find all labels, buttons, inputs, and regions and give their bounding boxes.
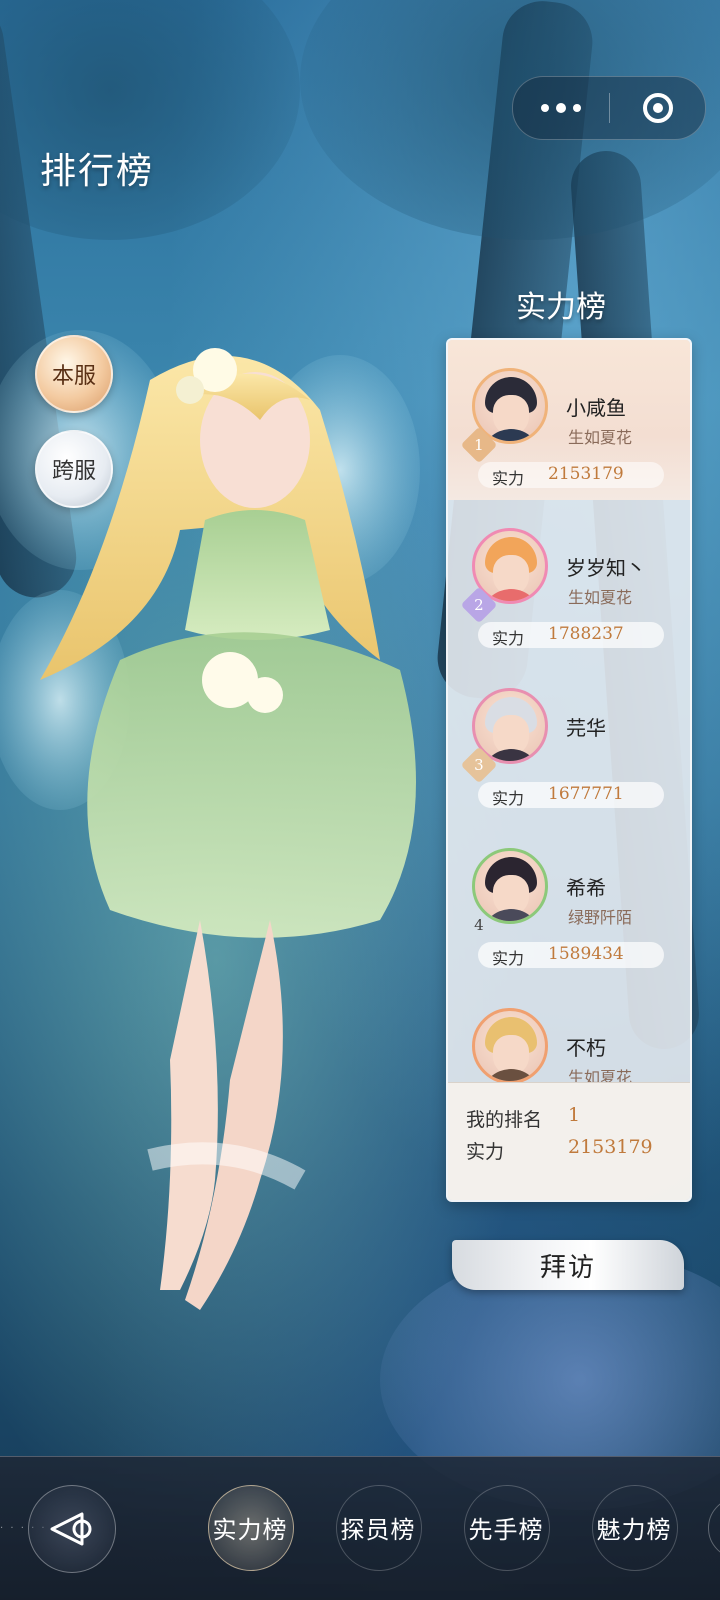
- power-pill: 实力 1677771: [478, 782, 664, 808]
- guild-name: 绿野阡陌: [568, 908, 633, 927]
- power-label: 实力: [492, 629, 525, 648]
- player-name: 不朽: [566, 1036, 606, 1060]
- visit-button[interactable]: 拜访: [452, 1240, 684, 1290]
- power-value: 2153179: [548, 464, 624, 484]
- guild-name: 生如夏花: [568, 428, 633, 447]
- power-value: 1677771: [548, 784, 624, 804]
- my-rank-panel: 我的排名 1 实力 2153179: [448, 1082, 690, 1200]
- bottom-tab-bar: · · · · · 实力榜 探员榜 先手榜 魅力榜: [0, 1456, 720, 1600]
- power-pill: 实力 1589434: [478, 942, 664, 968]
- back-arrow-icon: [50, 1512, 92, 1546]
- power-label: 实力: [492, 949, 525, 968]
- my-power-label: 实力: [466, 1141, 505, 1163]
- page-title: 排行榜: [40, 151, 155, 192]
- ranking-screen: 排行榜 本服 跨服 实力榜 1 小咸鱼 生如夏花 实力 2153179 2 岁岁…: [0, 0, 720, 1600]
- my-rank-value: 1: [568, 1104, 581, 1126]
- rank-row[interactable]: 4 希希 绿野阡陌 实力 1589434: [448, 820, 690, 980]
- power-label: 实力: [492, 789, 525, 808]
- player-name: 岁岁知丶: [566, 556, 646, 580]
- rank-row[interactable]: 2 岁岁知丶 生如夏花 实力 1788237: [448, 500, 690, 660]
- player-name: 希希: [566, 876, 606, 900]
- target-circle-icon[interactable]: [610, 77, 705, 139]
- power-label: 实力: [492, 469, 525, 488]
- ranking-list[interactable]: 1 小咸鱼 生如夏花 实力 2153179 2 岁岁知丶 生如夏花 实力 178…: [448, 340, 690, 1082]
- miniprogram-capsule: [512, 76, 706, 140]
- board-title: 实力榜: [516, 290, 606, 325]
- tab-first-move-ranking[interactable]: 先手榜: [456, 1485, 556, 1571]
- ranking-board: 1 小咸鱼 生如夏花 实力 2153179 2 岁岁知丶 生如夏花 实力 178…: [446, 338, 692, 1202]
- player-name: 芫华: [566, 716, 606, 740]
- cross-server-button[interactable]: 跨服: [35, 430, 113, 508]
- my-power-value: 2153179: [568, 1136, 653, 1158]
- player-name: 小咸鱼: [566, 396, 626, 420]
- tab-agent-ranking[interactable]: 探员榜: [328, 1485, 428, 1571]
- power-pill: 实力 1788237: [478, 622, 664, 648]
- more-dots-icon[interactable]: [513, 77, 609, 139]
- rank-row[interactable]: 3 芫华 实力 1677771: [448, 660, 690, 820]
- guild-name: 生如夏花: [568, 1068, 633, 1082]
- power-value: 1589434: [548, 944, 624, 964]
- local-server-button[interactable]: 本服: [35, 335, 113, 413]
- tab-more-partial[interactable]: [708, 1497, 720, 1559]
- background-foliage: [0, 0, 300, 240]
- avatar: [472, 1008, 548, 1082]
- back-button[interactable]: [28, 1485, 116, 1573]
- tab-charm-ranking[interactable]: 魅力榜: [584, 1485, 684, 1571]
- rank-row[interactable]: 1 小咸鱼 生如夏花 实力 2153179: [448, 340, 690, 500]
- guild-name: 生如夏花: [568, 588, 633, 607]
- power-pill: 实力 2153179: [478, 462, 664, 488]
- power-value: 1788237: [548, 624, 624, 644]
- rank-row[interactable]: 不朽 生如夏花: [448, 980, 690, 1082]
- tab-power-ranking[interactable]: 实力榜: [200, 1485, 300, 1571]
- my-rank-label: 我的排名: [466, 1109, 543, 1131]
